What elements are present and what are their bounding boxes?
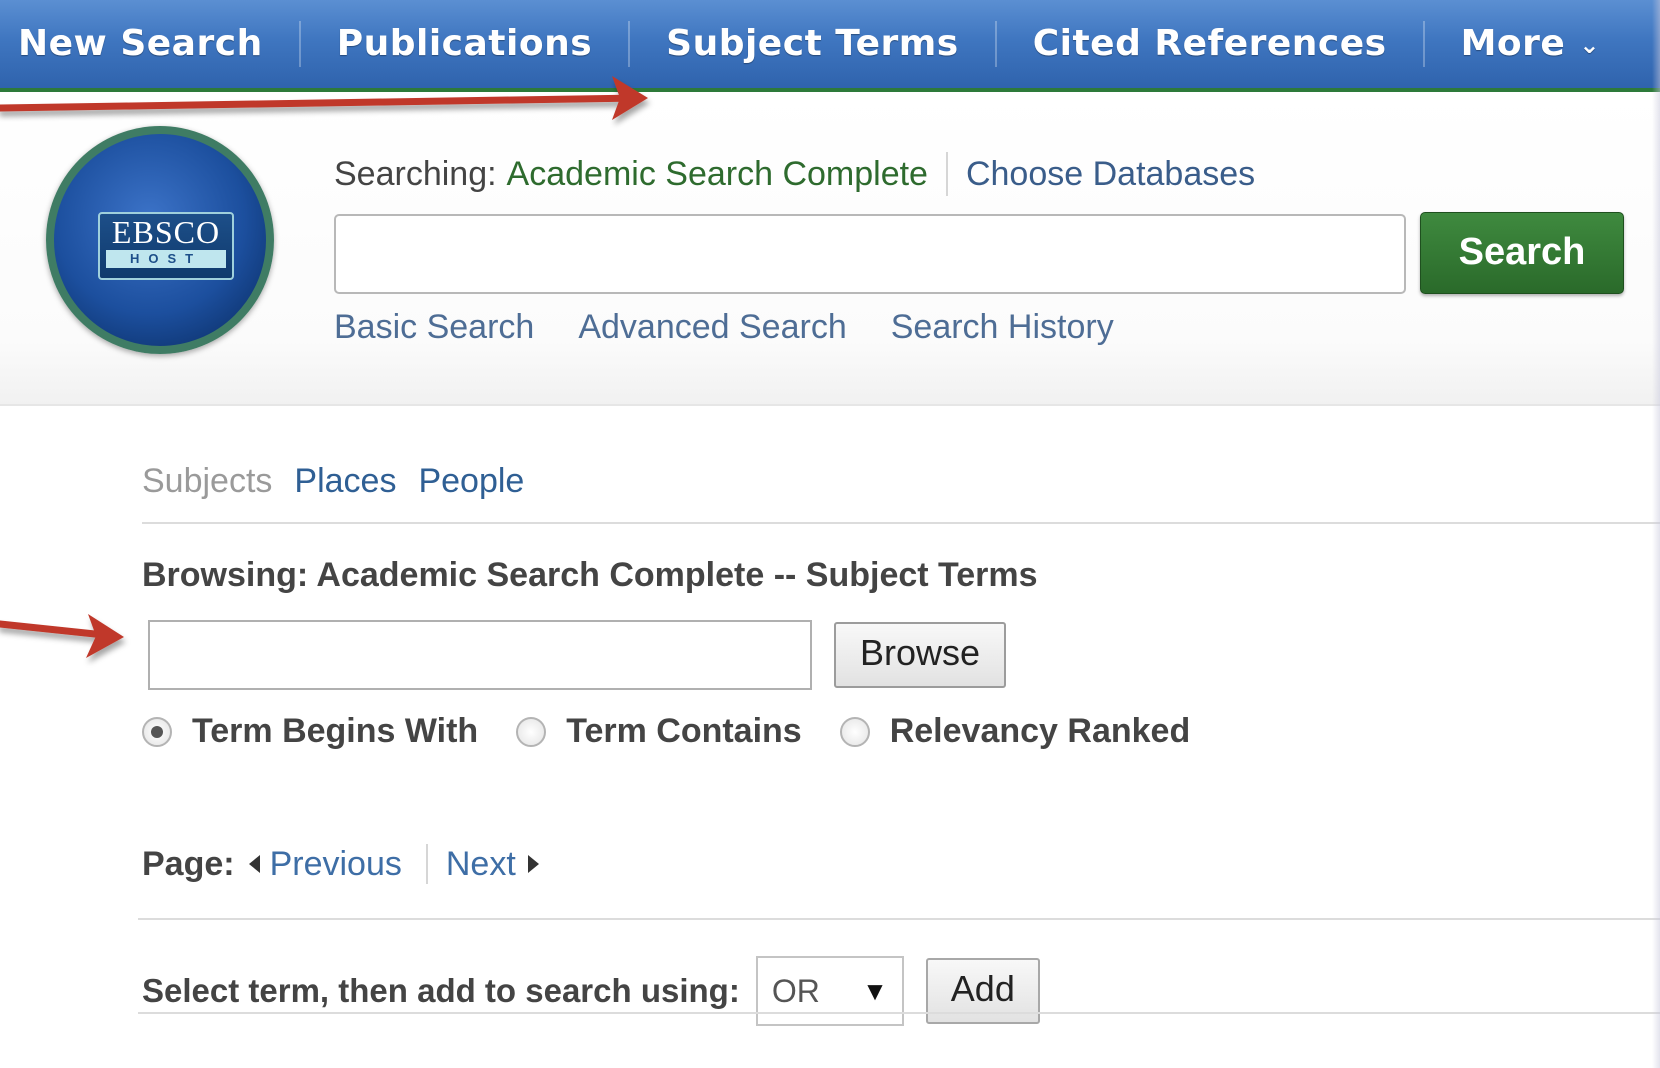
option-label: Term Contains (566, 712, 802, 750)
choose-databases-link[interactable]: Choose Databases (966, 155, 1255, 194)
browse-options: Term Begins With Term Contains Relevancy… (142, 712, 1228, 751)
browsing-title: Browsing: Academic Search Complete -- Su… (142, 556, 1038, 594)
selected-operator: OR (771, 972, 820, 1009)
top-nav: New Search Publications Subject Terms Ci… (0, 0, 1660, 92)
chevron-down-icon: ⌄ (1579, 31, 1600, 59)
search-header: EBSCO HOST Searching: Academic Search Co… (0, 92, 1660, 406)
radio-button[interactable] (839, 716, 870, 747)
boolean-operator-select[interactable]: OR ▼ (755, 956, 904, 1026)
triangle-right-icon (527, 855, 539, 873)
divider (945, 152, 948, 196)
radio-button[interactable] (516, 716, 547, 747)
arrow-to-browse-input (0, 614, 124, 658)
next-page-link[interactable]: Next (446, 845, 516, 884)
divider (138, 918, 1660, 920)
option-term-begins-with[interactable]: Term Begins With (142, 712, 478, 751)
tab-people[interactable]: People (418, 462, 524, 501)
main-search-input[interactable] (334, 214, 1406, 294)
logo-text-ebsco: EBSCO (111, 214, 221, 250)
previous-page-link[interactable]: Previous (270, 845, 402, 884)
nav-subject-terms[interactable]: Subject Terms (630, 21, 997, 67)
basic-search-link[interactable]: Basic Search (334, 308, 534, 347)
browse-tabs: Subjects Places People (142, 462, 524, 501)
search-mode-links: Basic Search Advanced Search Search Hist… (334, 308, 1114, 347)
nav-cited-references[interactable]: Cited References (997, 21, 1425, 67)
nav-new-search[interactable]: New Search (0, 21, 301, 67)
divider (425, 844, 428, 884)
option-term-contains[interactable]: Term Contains (516, 712, 802, 751)
option-label: Term Begins With (192, 712, 479, 750)
tab-places[interactable]: Places (294, 462, 396, 501)
divider (142, 522, 1660, 524)
add-button[interactable]: Add (925, 958, 1040, 1024)
pagination: Page: Previous Next (142, 844, 539, 884)
browse-term-input[interactable] (148, 620, 812, 690)
logo-text-host: HOST (106, 250, 226, 268)
search-button[interactable]: Search (1420, 212, 1624, 294)
advanced-search-link[interactable]: Advanced Search (578, 308, 846, 347)
tab-subjects: Subjects (142, 462, 273, 500)
frame-edge (1652, 0, 1660, 1068)
nav-publications[interactable]: Publications (301, 21, 631, 67)
nav-more-label: More (1460, 23, 1566, 64)
add-to-search-label: Select term, then add to search using: (142, 972, 740, 1009)
triangle-left-icon (248, 855, 260, 873)
radio-button-checked[interactable] (142, 716, 172, 747)
option-label: Relevancy Ranked (889, 712, 1191, 750)
add-to-search-row: Select term, then add to search using: O… (142, 956, 1040, 1026)
searching-row: Searching: Academic Search Complete Choo… (334, 152, 1255, 196)
searching-label: Searching: (334, 154, 497, 193)
divider (138, 1012, 1660, 1014)
dropdown-arrow-icon: ▼ (862, 975, 888, 1006)
ebsco-host-logo[interactable]: EBSCO HOST (46, 126, 274, 354)
nav-more[interactable]: More ⌄ (1425, 21, 1636, 67)
page-label: Page: (142, 844, 235, 883)
logo-plate: EBSCO HOST (98, 212, 234, 280)
search-history-link[interactable]: Search History (891, 308, 1114, 347)
browse-button[interactable]: Browse (834, 622, 1006, 688)
option-relevancy-ranked[interactable]: Relevancy Ranked (839, 712, 1191, 751)
database-name: Academic Search Complete (506, 154, 928, 193)
